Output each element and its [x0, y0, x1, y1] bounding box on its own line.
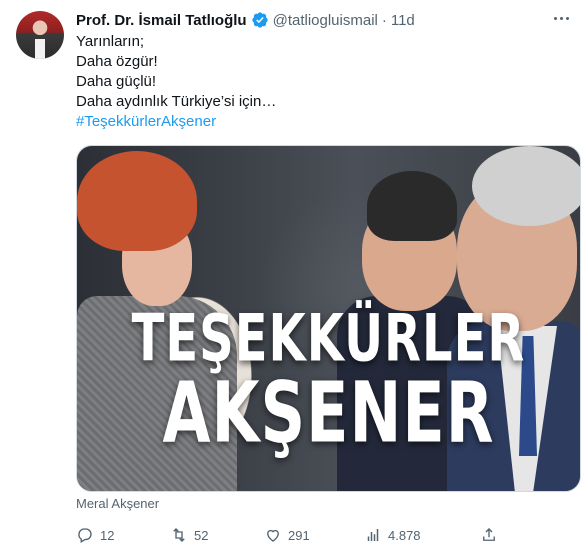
views-icon — [367, 529, 379, 541]
tweet-line: Daha güçlü! — [76, 73, 157, 90]
reply-count: 12 — [100, 527, 115, 543]
views-button[interactable]: 4.878 — [364, 522, 421, 548]
action-bar: 12 52 291 4.878 — [72, 522, 512, 548]
author-name[interactable]: Prof. Dr. İsmail Tatlıoğlu — [76, 12, 247, 29]
tweet[interactable]: Prof. Dr. İsmail Tatlıoğlu @tatliogluism… — [0, 0, 587, 553]
retweet-icon — [173, 528, 185, 542]
reply-icon — [78, 528, 92, 543]
tweet-line: Yarınların; — [76, 33, 145, 50]
like-button[interactable]: 291 — [264, 522, 310, 548]
hashtag-link[interactable]: #TeşekkürlerAkşener — [76, 112, 276, 132]
tweet-text: Yarınların; Daha özgür! Daha güçlü! Daha… — [76, 32, 276, 132]
tweet-line: Daha aydınlık Türkiye’si için… — [76, 93, 277, 110]
verified-badge-icon — [251, 11, 269, 29]
separator-dot: · — [381, 11, 387, 29]
author-handle[interactable]: @tatliogluismail — [273, 12, 378, 29]
views-count: 4.878 — [388, 527, 421, 543]
avatar[interactable] — [16, 11, 64, 59]
tweet-time[interactable]: 11d — [391, 12, 415, 29]
tweet-line: Daha özgür! — [76, 53, 158, 70]
like-count: 291 — [288, 527, 310, 543]
share-button[interactable] — [480, 522, 498, 548]
tweet-image[interactable]: TEŞEKKÜRLER AKŞENER — [76, 145, 581, 492]
reply-button[interactable]: 12 — [76, 522, 114, 548]
share-icon — [483, 528, 495, 541]
like-icon — [267, 529, 279, 542]
media-caption[interactable]: Meral Akşener — [76, 496, 159, 511]
retweet-button[interactable]: 52 — [170, 522, 208, 548]
retweet-count: 52 — [194, 527, 209, 543]
image-overlay-text-2: AKŞENER — [162, 363, 495, 462]
tweet-header: Prof. Dr. İsmail Tatlıoğlu @tatliogluism… — [76, 10, 415, 30]
more-icon[interactable] — [549, 8, 573, 28]
